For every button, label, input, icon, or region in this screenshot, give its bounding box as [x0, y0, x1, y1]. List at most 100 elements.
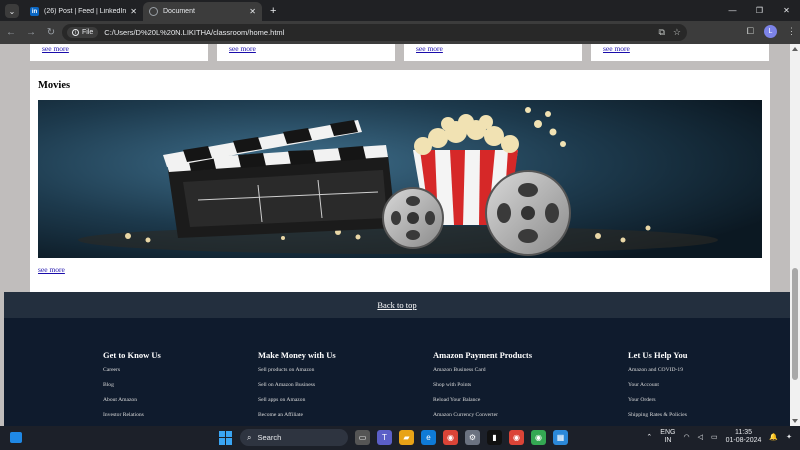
see-more-link[interactable]: see more [416, 44, 443, 53]
footer-link[interactable]: About Amazon [103, 397, 161, 412]
footer-column: Make Money with Us Sell products on Amaz… [258, 350, 336, 426]
language-indicator[interactable]: ENG IN [660, 429, 675, 445]
info-icon: i [72, 29, 79, 36]
app-icon[interactable]: ▦ [553, 430, 568, 445]
url-text[interactable]: C:/Users/D%20L%20N.LIKITHA/classroom/hom… [104, 28, 284, 37]
clock[interactable]: 11:35 01-08-2024 [726, 429, 762, 445]
chip-label: File [82, 29, 94, 36]
linkedin-icon: in [30, 7, 39, 16]
chrome-profile-2-icon[interactable]: ◉ [531, 430, 546, 445]
file-explorer-icon[interactable]: ▰ [399, 430, 414, 445]
wifi-icon[interactable]: ◠ [683, 433, 689, 441]
tab-document[interactable]: Document ✕ [143, 2, 262, 21]
footer-heading: Let Us Help You [628, 350, 688, 360]
footer-link[interactable]: Shop with Points [433, 382, 532, 397]
see-more-link[interactable]: see more [42, 44, 69, 53]
edge-icon[interactable]: e [421, 430, 436, 445]
close-icon[interactable]: ✕ [130, 7, 137, 16]
settings-icon[interactable]: ⚙ [465, 430, 480, 445]
new-tab-button[interactable]: + [270, 5, 276, 17]
terminal-icon[interactable]: ▮ [487, 430, 502, 445]
back-icon[interactable]: ← [2, 27, 20, 38]
clock-date: 01-08-2024 [725, 437, 762, 444]
footer-link[interactable]: Blog [103, 382, 161, 397]
address-bar[interactable]: i File C:/Users/D%20L%20N.LIKITHA/classr… [62, 24, 687, 41]
tab-linkedin[interactable]: in (26) Post | Feed | LinkedIn ✕ [24, 2, 143, 21]
maximize-icon[interactable]: ❐ [746, 0, 773, 21]
search-icon: ⌕ [247, 432, 252, 442]
reload-icon[interactable]: ↻ [42, 27, 60, 38]
windows-start-icon[interactable] [219, 430, 233, 445]
browser-toolbar: ← → ↻ i File C:/Users/D%20L%20N.LIKITHA/… [0, 21, 800, 44]
menu-dots-icon[interactable]: ⋮ [787, 26, 796, 37]
footer-column: Amazon Payment Products Amazon Business … [433, 350, 532, 426]
lang-code: ENG [660, 429, 676, 436]
taskbar-search[interactable]: ⌕ Search [240, 429, 348, 446]
tab-search-button[interactable]: ⌄ [5, 4, 19, 18]
footer-link[interactable]: Sell products on Amazon [258, 367, 336, 382]
footer-link[interactable]: Sell on Amazon Business [258, 382, 336, 397]
copilot-icon[interactable]: ✦ [786, 433, 792, 441]
bookmark-star-icon[interactable]: ☆ [673, 27, 681, 38]
chevron-up-icon[interactable]: ⌃ [646, 433, 652, 441]
see-more-link[interactable]: see more [229, 44, 256, 53]
footer-link[interactable]: Careers [103, 367, 161, 382]
top-card-row: see more see more see more see more [0, 44, 790, 62]
back-to-top-link[interactable]: Back to top [377, 300, 416, 310]
scroll-thumb[interactable] [792, 268, 798, 380]
scroll-up-icon[interactable] [792, 47, 798, 51]
card: see more [591, 44, 769, 61]
footer-link[interactable]: Reload Your Balance [433, 397, 532, 412]
footer-link[interactable]: Your Account [628, 382, 687, 397]
search-label: Search [257, 433, 282, 442]
forward-icon[interactable]: → [22, 27, 40, 38]
battery-icon[interactable]: ▭ [711, 433, 718, 441]
site-info-chip[interactable]: i File [67, 27, 99, 38]
card: see more [217, 44, 395, 61]
volume-icon[interactable]: ◁ [698, 433, 703, 441]
profile-avatar[interactable]: L [764, 25, 777, 38]
chrome-icon[interactable]: ◉ [443, 430, 458, 445]
footer-heading: Make Money with Us [258, 350, 336, 360]
teams-icon[interactable]: T [377, 430, 392, 445]
movies-see-more-link[interactable]: see more [38, 265, 65, 274]
footer-link[interactable]: Sell apps on Amazon [258, 397, 336, 412]
footer-heading: Amazon Payment Products [433, 350, 532, 360]
close-icon[interactable]: ✕ [249, 7, 256, 16]
footer-link[interactable]: Amazon Business Card [433, 367, 532, 382]
page-viewport: see more see more see more see more Movi… [0, 44, 790, 426]
extensions-icon[interactable]: ⧠ [747, 26, 754, 37]
footer-link[interactable]: Amazon and COVID-19 [628, 367, 687, 382]
tab-title: Document [163, 8, 195, 15]
back-to-top-bar: Back to top [4, 292, 790, 318]
translate-icon[interactable]: ⧉ [658, 27, 664, 38]
footer-link[interactable]: Shipping Rates & Policies [628, 412, 687, 426]
card: see more [404, 44, 582, 61]
movies-image [38, 100, 762, 258]
footer-column: Get to Know Us Careers Blog About Amazon… [103, 350, 161, 426]
movies-card: Movies see more [30, 70, 770, 309]
system-tray: ⌃ ENG IN ◠ ◁ ▭ 11:35 01-08-2024 🔔 ✦ [646, 429, 792, 445]
footer-link[interactable]: Become an Affiliate [258, 412, 336, 426]
clock-time: 11:35 [735, 429, 752, 436]
notification-bell-icon[interactable]: 🔔 [769, 433, 778, 441]
task-view-icon[interactable]: ▭ [355, 430, 370, 445]
globe-icon [149, 7, 158, 16]
close-window-icon[interactable]: ✕ [773, 0, 800, 21]
card: see more [30, 44, 208, 61]
lang-region: IN [664, 437, 672, 444]
tab-title: (26) Post | Feed | LinkedIn [44, 8, 127, 15]
footer-column: Let Us Help You Amazon and COVID-19 Your… [628, 350, 687, 426]
footer: Get to Know Us Careers Blog About Amazon… [4, 318, 790, 426]
window-controls: — ❐ ✕ [719, 0, 800, 21]
see-more-link[interactable]: see more [603, 44, 630, 53]
tab-strip: ⌄ in (26) Post | Feed | LinkedIn ✕ Docum… [0, 0, 800, 21]
footer-link[interactable]: Amazon Currency Converter [433, 412, 532, 426]
footer-link[interactable]: Investor Relations [103, 412, 161, 426]
minimize-icon[interactable]: — [719, 0, 746, 21]
widgets-icon[interactable] [10, 432, 22, 443]
footer-link[interactable]: Your Orders [628, 397, 687, 412]
scroll-down-icon[interactable] [792, 419, 798, 423]
page-scrollbar[interactable] [790, 44, 800, 426]
chrome-profile-icon[interactable]: ◉ [509, 430, 524, 445]
